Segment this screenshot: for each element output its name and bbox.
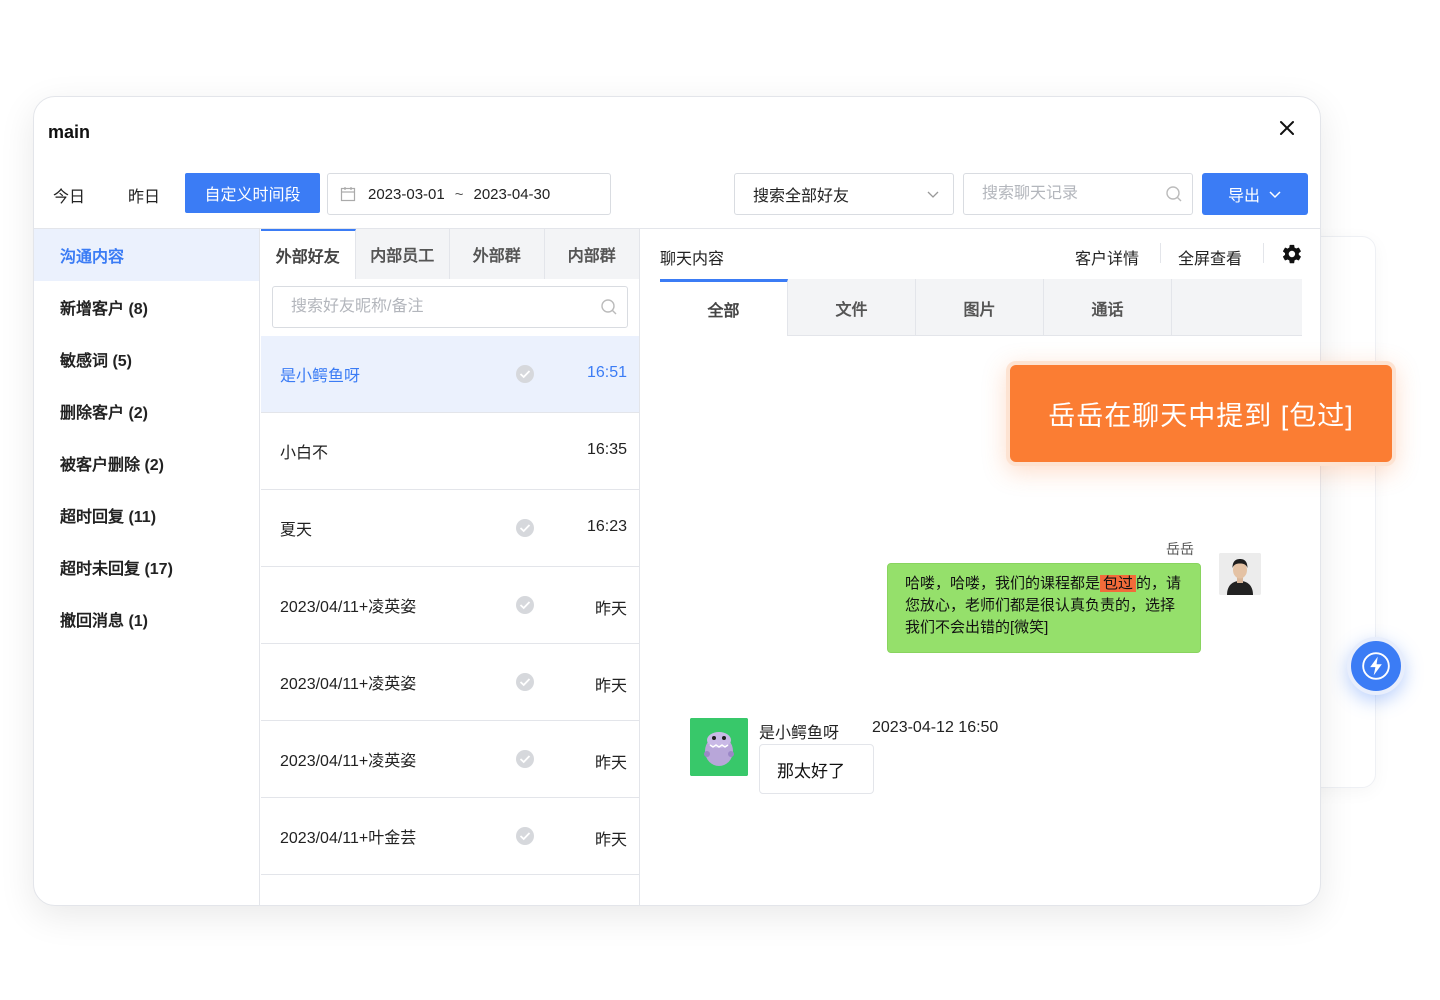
search-icon: [1166, 186, 1182, 202]
avatar: [1219, 553, 1261, 595]
message-bubble-incoming: 那太好了: [759, 744, 874, 794]
customer-detail-link[interactable]: 客户详情: [1075, 245, 1139, 269]
message-timestamp: 2023-04-12 16:50: [872, 719, 999, 736]
tab-all[interactable]: 全部: [660, 279, 788, 336]
message-sender: 是小鳄鱼呀: [759, 725, 840, 742]
friend-last-time: 昨天: [594, 601, 627, 618]
sidebar-item-recalled[interactable]: 撤回消息 (1): [34, 593, 259, 645]
alert-text: 岳岳在聊天中提到 [包过]: [1048, 401, 1354, 431]
friend-list-item[interactable]: 小白不 16:35: [261, 413, 639, 490]
lightning-icon: [1362, 652, 1390, 680]
friend-name: 2023/04/11+凌英姿: [280, 599, 417, 616]
friend-select[interactable]: 搜索全部好友: [734, 173, 954, 215]
message-bubble-outgoing: 哈喽，哈喽，我们的课程都是 包过 的，请您放心，老师们都是很认真负责的，选择我们不会…: [887, 563, 1201, 653]
check-circle-icon: [516, 519, 534, 537]
header-divider: [1263, 243, 1264, 263]
export-label: 导出: [1227, 188, 1260, 205]
keyword-alert-callout: 岳岳在聊天中提到 [包过]: [1006, 361, 1396, 466]
custom-range-button[interactable]: 自定义时间段: [185, 173, 320, 213]
friend-name: 2023/04/11+凌英姿: [280, 676, 417, 693]
friend-name: 是小鳄鱼呀: [280, 368, 361, 385]
friend-select-value: 搜索全部好友: [753, 188, 850, 205]
tab-internal-groups[interactable]: 内部群: [544, 229, 639, 279]
friend-last-time: 昨天: [594, 755, 627, 772]
friend-name: 小白不: [280, 445, 329, 462]
friend-name: 夏天: [280, 522, 313, 539]
message-text: 哈喽，哈喽，我们的课程都是: [905, 575, 1101, 592]
check-circle-icon: [516, 827, 534, 845]
date-end: 2023-04-30: [473, 185, 551, 203]
fullscreen-link[interactable]: 全屏查看: [1178, 245, 1242, 269]
person-avatar-icon: [1219, 553, 1261, 595]
yesterday-button[interactable]: 昨日: [128, 183, 160, 207]
friend-name: 2023/04/11+凌英姿: [280, 753, 417, 770]
friend-list-item[interactable]: 夏天 16:23: [261, 490, 639, 567]
chat-tabs: 全部 文件 图片 通话: [660, 279, 1302, 336]
friend-list-item[interactable]: 2023/04/11+凌英姿 昨天: [261, 721, 639, 798]
header-divider: [1160, 243, 1161, 263]
window-title: main: [48, 122, 91, 142]
sidebar-item-deleted-customers[interactable]: 删除客户 (2): [34, 385, 259, 437]
chevron-down-icon: [927, 191, 939, 198]
friend-list-item[interactable]: 2023/04/11+凌英姿 昨天: [261, 644, 639, 721]
friend-search-input[interactable]: [272, 286, 628, 328]
close-button[interactable]: [1274, 115, 1300, 141]
friend-list-item[interactable]: 2023/04/11+凌英姿 昨天: [261, 567, 639, 644]
check-circle-icon: [516, 365, 534, 383]
chat-title: 聊天内容: [660, 251, 725, 268]
tab-internal-staff[interactable]: 内部员工: [355, 229, 450, 279]
tab-external-friends[interactable]: 外部好友: [261, 229, 356, 279]
friend-last-time: 16:35: [586, 441, 627, 458]
chat-monitor-window: main 今日 昨日 自定义时间段 2023-03-01 ~ 2023-04-3…: [33, 96, 1321, 906]
sidebar-item-deleted-by-customer[interactable]: 被客户删除 (2): [34, 437, 259, 489]
friend-list-item[interactable]: 2023/04/11+叶金芸 昨天: [261, 798, 639, 875]
sensitive-keyword-highlight: 包过: [1100, 575, 1137, 592]
sidebar-item-sensitive-words[interactable]: 敏感词 (5): [34, 333, 259, 385]
sidebar-item-communication[interactable]: 沟通内容: [34, 229, 259, 281]
chat-panel: 聊天内容 客户详情 全屏查看 全部 文件 图片 通话 岳岳 哈喽，哈喽，我们的课: [641, 229, 1320, 905]
export-button[interactable]: 导出: [1202, 173, 1308, 215]
friend-name: 2023/04/11+叶金芸: [280, 830, 417, 847]
tab-calls[interactable]: 通话: [1044, 279, 1172, 336]
tab-external-groups[interactable]: 外部群: [450, 229, 545, 279]
check-circle-icon: [516, 596, 534, 614]
calendar-icon: [340, 187, 356, 202]
message-sender: 岳岳: [1166, 541, 1194, 557]
friend-last-time: 16:51: [586, 364, 627, 381]
quick-action-button[interactable]: [1347, 637, 1405, 695]
friend-last-time: 昨天: [594, 832, 627, 849]
sidebar-item-new-customers[interactable]: 新增客户 (8): [34, 281, 259, 333]
tab-files[interactable]: 文件: [788, 279, 916, 336]
sidebar-item-late-reply[interactable]: 超时回复 (11): [34, 489, 259, 541]
search-icon: [601, 299, 617, 315]
friend-last-time: 昨天: [594, 678, 627, 695]
check-circle-icon: [516, 673, 534, 691]
friend-list-panel: 外部好友 内部员工 外部群 内部群 是小鳄鱼呀 16:51 小白不 16:35 夏天 16…: [261, 229, 640, 905]
gear-icon[interactable]: [1281, 243, 1303, 265]
close-icon: [1280, 121, 1294, 135]
chat-record-search-input[interactable]: [963, 173, 1193, 215]
tab-images[interactable]: 图片: [916, 279, 1044, 336]
chevron-down-icon: [1269, 191, 1281, 199]
friend-last-time: 16:23: [586, 518, 627, 535]
friend-list-item[interactable]: 是小鳄鱼呀 16:51: [261, 336, 639, 413]
friend-rows: 是小鳄鱼呀 16:51 小白不 16:35 夏天 16:23 2023/04/11+凌英姿昨…: [261, 336, 639, 875]
sidebar-item-no-reply[interactable]: 超时未回复 (17): [34, 541, 259, 593]
today-button[interactable]: 今日: [53, 183, 85, 207]
friend-search: [272, 286, 628, 328]
date-start: 2023-03-01: [368, 185, 445, 203]
date-separator: ~: [454, 185, 464, 203]
avatar: [690, 718, 748, 776]
sidebar: 沟通内容 新增客户 (8) 敏感词 (5) 删除客户 (2) 被客户删除 (2)…: [34, 229, 260, 905]
date-range-picker[interactable]: 2023-03-01 ~ 2023-04-30: [327, 173, 611, 215]
crocodile-avatar-icon: [690, 718, 748, 776]
list-tabs: 外部好友 内部员工 外部群 内部群: [261, 229, 639, 279]
check-circle-icon: [516, 750, 534, 768]
